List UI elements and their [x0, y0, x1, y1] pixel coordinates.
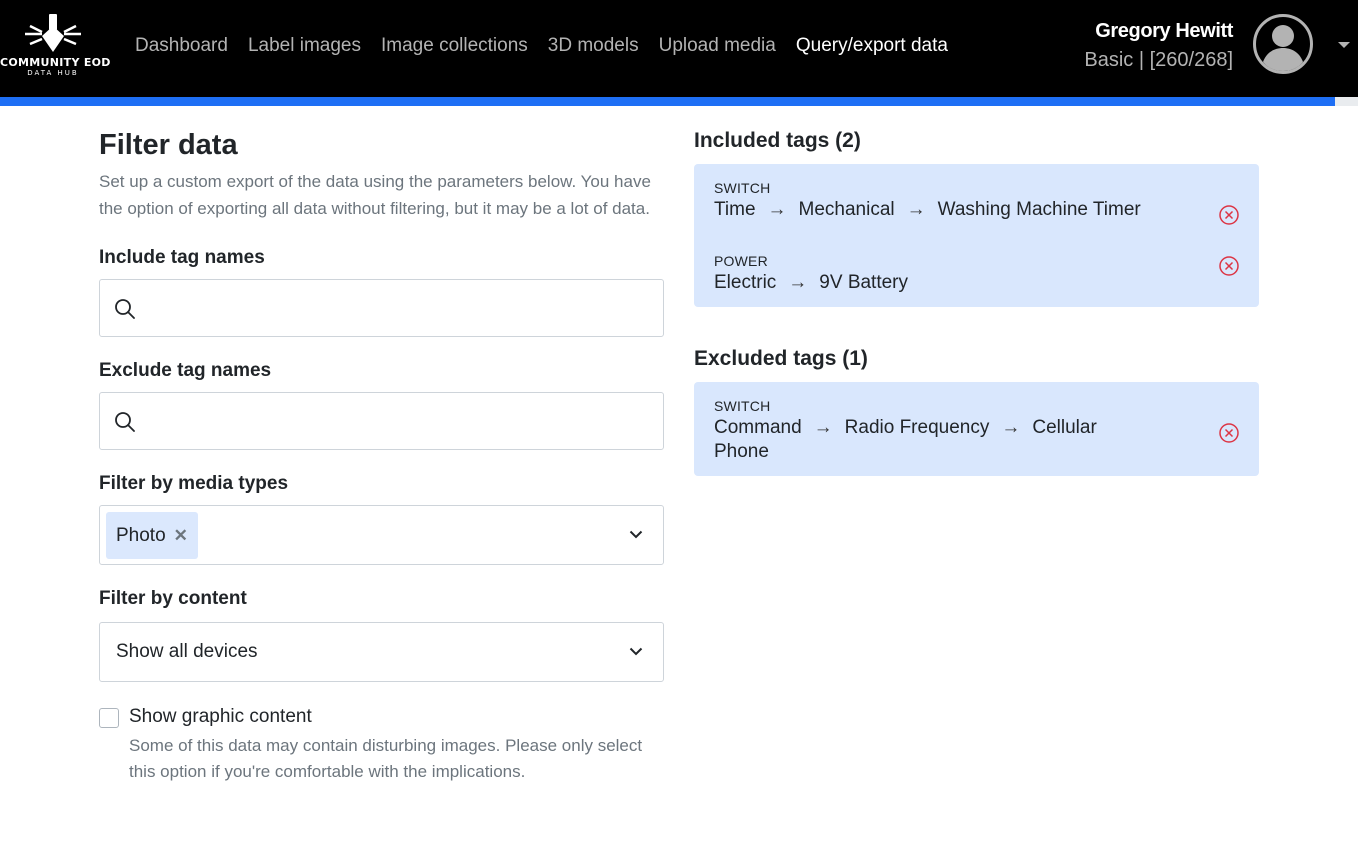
arrow-right-icon: →: [906, 199, 926, 220]
nav-link-label-images[interactable]: Label images: [238, 32, 371, 60]
user-info: Gregory Hewitt Basic | [260/268]: [1084, 17, 1233, 75]
chip-remove-icon[interactable]: ✕: [174, 526, 188, 546]
include-tags-label: Include tag names: [99, 247, 265, 268]
content-filter-label: Filter by content: [99, 588, 247, 609]
usage-progress-fill: [0, 97, 1335, 106]
media-types-select[interactable]: Photo ✕: [99, 505, 664, 565]
tag-path-step: Electric: [714, 272, 777, 293]
search-icon: [115, 299, 135, 319]
nav-link-image-collections[interactable]: Image collections: [371, 32, 538, 60]
media-type-chip: Photo ✕: [106, 512, 198, 559]
user-menu-caret-icon[interactable]: [1338, 42, 1350, 48]
content-filter-select[interactable]: Show all devices: [99, 622, 664, 682]
remove-circle-icon[interactable]: [1218, 204, 1240, 226]
media-type-chip-label: Photo: [116, 524, 166, 546]
graphic-content-help: Some of this data may contain disturbing…: [129, 736, 643, 781]
usage-progress-bar: [0, 97, 1358, 106]
nav-link-dashboard[interactable]: Dashboard: [125, 32, 238, 60]
media-types-label: Filter by media types: [99, 473, 289, 494]
tag-path-step: Command: [714, 417, 802, 438]
graphic-content-label[interactable]: Show graphic content: [129, 703, 312, 731]
excluded-tags-title: Excluded tags (1): [694, 347, 868, 370]
nav-link-upload-media[interactable]: Upload media: [649, 32, 786, 60]
included-tags-title: Included tags (2): [694, 129, 861, 152]
remove-circle-icon[interactable]: [1218, 422, 1240, 444]
tag-path-step: Radio Frequency: [844, 417, 990, 438]
page-title: Filter data: [99, 129, 238, 161]
main-nav: Dashboard Label images Image collections…: [125, 32, 958, 60]
remove-circle-icon[interactable]: [1218, 255, 1240, 277]
tag-path: Command → Radio Frequency → Cellular Phone: [714, 416, 1154, 464]
user-avatar-icon[interactable]: [1252, 13, 1314, 75]
chevron-down-icon: [629, 530, 643, 539]
tag-category: SWITCH: [714, 180, 771, 196]
tag-category: SWITCH: [714, 398, 771, 414]
arrow-right-icon: →: [813, 417, 833, 438]
user-plan: Basic | [260/268]: [1084, 49, 1233, 71]
arrow-right-icon: →: [788, 272, 808, 293]
included-tag-item: POWER Electric → 9V Battery: [714, 251, 1239, 295]
graphic-content-checkbox[interactable]: [99, 708, 119, 728]
exclude-tags-input[interactable]: [150, 393, 650, 449]
page-description: Set up a custom export of the data using…: [99, 172, 651, 218]
content-filter-value: Show all devices: [116, 641, 258, 662]
exclude-tags-field[interactable]: [99, 392, 664, 450]
include-tags-input[interactable]: [150, 280, 650, 336]
arrow-right-icon: →: [1001, 417, 1021, 438]
tag-category: POWER: [714, 253, 768, 269]
exclude-tags-label: Exclude tag names: [99, 360, 272, 381]
tag-path-step: 9V Battery: [819, 272, 909, 293]
tag-path-step: Washing Machine Timer: [937, 199, 1141, 220]
tags-panel: Included tags (2) SWITCH Time → Mechanical…: [694, 128, 1259, 476]
top-navbar: COMMUNITY EOD DATA HUB Dashboard Label i…: [0, 0, 1358, 97]
brand-logo[interactable]: COMMUNITY EOD DATA HUB: [0, 12, 111, 82]
user-name: Gregory Hewitt: [1095, 20, 1233, 42]
bomb-logo-icon: [25, 14, 81, 52]
included-tag-item: SWITCH Time → Mechanical → Washing Machine T…: [714, 178, 1239, 225]
chevron-down-icon: [629, 647, 643, 656]
nav-link-query-export[interactable]: Query/export data: [786, 32, 958, 60]
nav-link-3d-models[interactable]: 3D models: [538, 32, 649, 60]
tag-path: Electric → 9V Battery: [714, 271, 1154, 295]
excluded-tag-item: SWITCH Command → Radio Frequency → Cellular …: [714, 396, 1239, 464]
tag-path-step: Time: [714, 199, 756, 220]
arrow-right-icon: →: [767, 199, 787, 220]
include-tags-field[interactable]: [99, 279, 664, 337]
brand-name: COMMUNITY EOD: [0, 56, 111, 69]
filter-panel: Filter data Set up a custom export of th…: [99, 128, 664, 781]
brand-subtitle: DATA HUB: [27, 69, 79, 77]
excluded-tags-card: SWITCH Command → Radio Frequency → Cellular …: [694, 382, 1259, 476]
tag-path-step: Mechanical: [798, 199, 895, 220]
search-icon: [115, 412, 135, 432]
included-tags-card: SWITCH Time → Mechanical → Washing Machine T…: [694, 164, 1259, 307]
tag-path: Time → Mechanical → Washing Machine Timer: [714, 198, 1154, 222]
